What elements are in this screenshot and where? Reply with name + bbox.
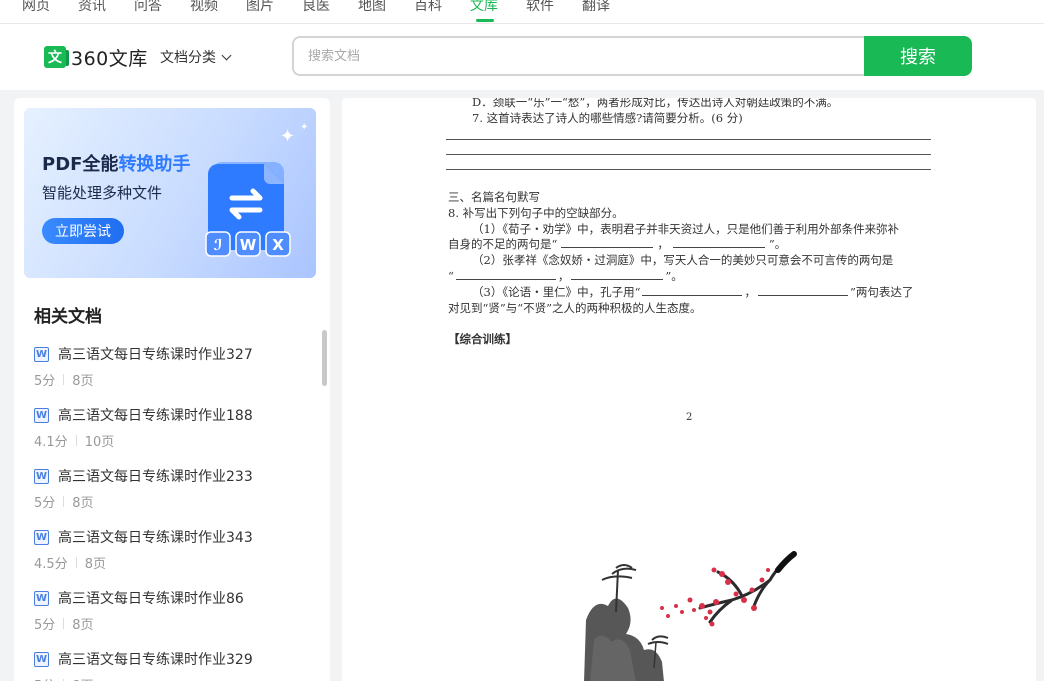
doc-pages: 8页 <box>84 557 106 572</box>
doc-title[interactable]: 高三语文每日专练课时作业188 <box>58 405 253 425</box>
word-doc-icon: W <box>34 468 49 484</box>
doc-pages: 8页 <box>72 374 94 389</box>
svg-text:ℐ: ℐ <box>214 236 223 254</box>
sparkle-icon: ✦ <box>300 122 309 133</box>
sidebar-scrollbar[interactable] <box>322 330 327 386</box>
doc-pages: 8页 <box>72 496 94 511</box>
doc-line: （2）张孝祥《念奴娇・过洞庭》中，写天人合一的美妙只可意会不可言传的两句是 <box>472 253 894 267</box>
list-item[interactable]: W 高三语文每日专练课时作业329 5分 8页 <box>34 649 304 681</box>
doc-line: 自身的不足的两句是“，”。 <box>448 237 787 251</box>
doc-score: 4.5分 <box>34 557 68 572</box>
nav-item-baike[interactable]: 百科 <box>414 0 442 15</box>
doc-line: （3）《论语・里仁》中，孔子用“， ”两句表达了 <box>472 285 914 299</box>
doc-section-heading: 【综合训练】 <box>448 332 517 346</box>
logo-text: 360文库 <box>71 47 148 70</box>
nav-item-qa[interactable]: 问答 <box>134 0 162 15</box>
logo[interactable]: 文 360文库 <box>44 44 148 70</box>
pdf-converter-banner[interactable]: PDF全能转换助手 智能处理多种文件 立即尝试 ✦ ✦ ℐ W X <box>24 108 316 278</box>
doc-score: 5分 <box>34 675 55 681</box>
list-item[interactable]: W 高三语文每日专练课时作业327 5分 8页 <box>34 344 304 405</box>
svg-text:W: W <box>240 236 257 254</box>
word-doc-icon: W <box>34 346 49 362</box>
doc-title[interactable]: 高三语文每日专练课时作业329 <box>58 649 253 669</box>
word-doc-icon: W <box>34 651 49 667</box>
fill-blank <box>561 238 654 248</box>
banner-title: PDF全能转换助手 <box>42 154 191 175</box>
fill-blank <box>642 286 743 296</box>
doc-title[interactable]: 高三语文每日专练课时作业343 <box>58 527 253 547</box>
doc-score: 5分 <box>34 496 56 511</box>
doc-section-heading: 三、名篇名句默写 <box>448 190 540 204</box>
logo-badge-icon: 文 <box>44 46 69 68</box>
doc-title[interactable]: 高三语文每日专练课时作业327 <box>58 344 253 364</box>
doc-line: 8. 补写出下列句子中的空缺部分。 <box>448 206 624 220</box>
doc-line: 对见到“贤”与“不贤”之人的两种积极的人生态度。 <box>448 301 702 315</box>
nav-item-wenku[interactable]: 文库 <box>470 0 498 15</box>
active-tab-indicator <box>476 19 494 22</box>
nav-item-map[interactable]: 地图 <box>358 0 386 15</box>
nav-item-web[interactable]: 网页 <box>22 0 50 15</box>
doc-line: 7. 这首诗表达了诗人的哪些情感?请简要分析。(6 分) <box>472 111 743 125</box>
word-doc-icon: W <box>34 407 49 423</box>
list-item[interactable]: W 高三语文每日专练课时作业86 5分 8页 <box>34 588 304 649</box>
nav-item-images[interactable]: 图片 <box>246 0 274 15</box>
list-item[interactable]: W 高三语文每日专练课时作业343 4.5分 8页 <box>34 527 304 588</box>
answer-line <box>446 139 931 140</box>
top-nav: 网页 资讯 问答 视频 图片 良医 地图 百科 文库 软件 翻译 <box>0 0 1044 24</box>
doc-title[interactable]: 高三语文每日专练课时作业233 <box>58 466 253 486</box>
page-number: 2 <box>686 412 693 423</box>
file-convert-icon: ℐ W X <box>205 162 291 257</box>
doc-pages: 10页 <box>84 435 115 450</box>
related-docs-title: 相关文档 <box>34 307 102 327</box>
ink-painting-image <box>584 551 797 681</box>
sparkle-icon: ✦ <box>280 126 296 147</box>
search-box <box>292 36 866 76</box>
chevron-down-icon <box>221 50 232 60</box>
header: 文 360文库 文档分类 搜索 <box>0 24 1044 90</box>
nav-item-translate[interactable]: 翻译 <box>582 0 610 15</box>
word-doc-icon: W <box>34 590 49 606</box>
nav-item-news[interactable]: 资讯 <box>78 0 106 15</box>
answer-line <box>446 169 931 170</box>
word-doc-icon: W <box>34 529 49 545</box>
nav-item-doctor[interactable]: 良医 <box>302 0 330 15</box>
sidebar: PDF全能转换助手 智能处理多种文件 立即尝试 ✦ ✦ ℐ W X 相关文档 W… <box>14 98 330 681</box>
fill-blank <box>672 238 765 248</box>
fill-blank <box>455 270 556 280</box>
doc-title[interactable]: 高三语文每日专练课时作业86 <box>58 588 244 608</box>
doc-pages: 8页 <box>72 675 93 681</box>
document-page: D．颈联一“乐”一“愁”，两者形成对比，传达出诗人对朝廷政策的不满。 7. 这首… <box>342 98 1036 681</box>
doc-score: 4.1分 <box>34 435 68 450</box>
list-item[interactable]: W 高三语文每日专练课时作业233 5分 8页 <box>34 466 304 527</box>
doc-score: 5分 <box>34 374 56 389</box>
related-docs-list: W 高三语文每日专练课时作业327 5分 8页 W 高三语文每日专练课时作业188 4… <box>34 344 304 681</box>
doc-line: “，”。 <box>448 269 683 283</box>
doc-score: 5分 <box>34 618 56 633</box>
nav-item-software[interactable]: 软件 <box>526 0 554 15</box>
search-input[interactable] <box>294 38 866 74</box>
list-item[interactable]: W 高三语文每日专练课时作业188 4.1分 10页 <box>34 405 304 466</box>
category-label: 文档分类 <box>160 50 216 66</box>
doc-line: D．颈联一“乐”一“愁”，两者形成对比，传达出诗人对朝廷政策的不满。 <box>472 98 839 109</box>
category-dropdown[interactable]: 文档分类 <box>160 47 232 67</box>
fill-blank <box>757 286 848 296</box>
answer-line <box>446 154 931 155</box>
search-button[interactable]: 搜索 <box>864 36 972 76</box>
fill-blank <box>571 270 664 280</box>
doc-pages: 8页 <box>72 618 94 633</box>
doc-line: （1）《荀子・劝学》中，表明君子并非天资过人，只是他们善于利用外部条件来弥补 <box>472 222 900 236</box>
try-now-button[interactable]: 立即尝试 <box>42 218 124 244</box>
banner-subtitle: 智能处理多种文件 <box>42 184 163 202</box>
svg-text:X: X <box>272 236 284 254</box>
document-viewer: D．颈联一“乐”一“愁”，两者形成对比，传达出诗人对朝廷政策的不满。 7. 这首… <box>342 98 1036 681</box>
nav-item-video[interactable]: 视频 <box>190 0 218 15</box>
